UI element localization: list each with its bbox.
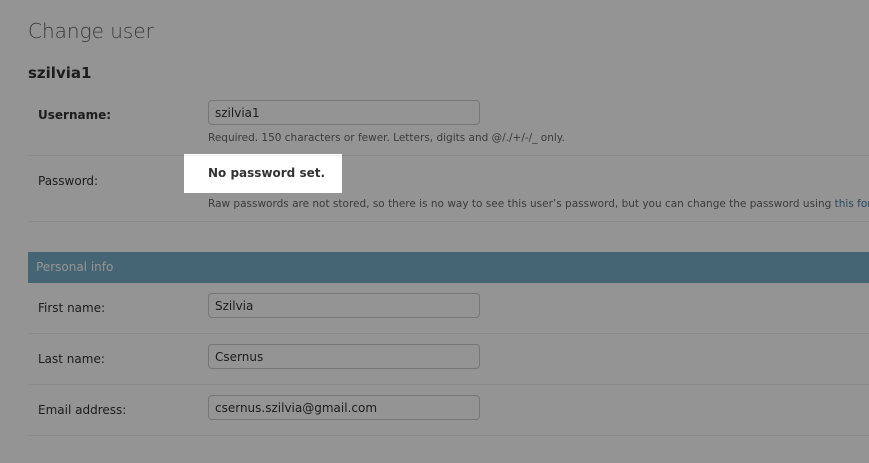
- email-input[interactable]: [208, 395, 480, 420]
- username-row: Username: Required. 150 characters or fe…: [28, 90, 869, 156]
- change-user-page: Change user szilvia1 Username: Required.…: [0, 0, 869, 463]
- personal-info-header: Personal info: [28, 252, 869, 283]
- change-password-link[interactable]: this form: [835, 198, 869, 210]
- password-label: Password:: [38, 174, 99, 188]
- first-name-input[interactable]: [208, 293, 480, 318]
- username-label: Username:: [38, 108, 112, 122]
- password-help-prefix: Raw passwords are not stored, so there i…: [208, 198, 835, 210]
- username-help-text: Required. 150 characters or fewer. Lette…: [208, 132, 565, 144]
- password-row: Password: Raw passwords are not stored, …: [28, 155, 869, 222]
- email-label: Email address:: [38, 403, 127, 417]
- username-input[interactable]: [208, 100, 480, 125]
- first-name-label: First name:: [38, 301, 106, 315]
- page-title: Change user: [28, 19, 154, 43]
- email-row: Email address:: [28, 385, 869, 436]
- password-help-text: Raw passwords are not stored, so there i…: [208, 198, 869, 210]
- object-name: szilvia1: [28, 64, 92, 82]
- password-status: No password set.: [208, 166, 326, 180]
- last-name-row: Last name:: [28, 334, 869, 385]
- last-name-label: Last name:: [38, 352, 105, 366]
- first-name-row: First name:: [28, 283, 869, 334]
- last-name-input[interactable]: [208, 344, 480, 369]
